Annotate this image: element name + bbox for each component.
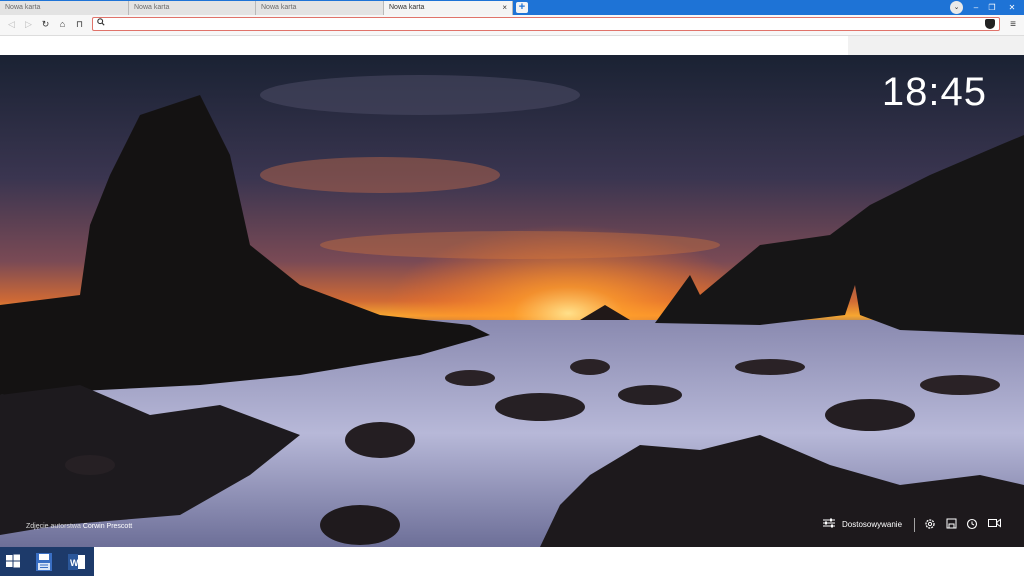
tab-strip: Nowa karta Nowa karta Nowa karta Nowa ka… [0, 0, 1024, 15]
svg-text:W: W [70, 558, 79, 568]
tab-2[interactable]: Nowa karta [129, 1, 256, 15]
home-button[interactable]: ⌂ [56, 18, 69, 31]
windows-start-icon[interactable] [5, 553, 23, 571]
address-bar[interactable] [92, 17, 1000, 31]
clock: 18:45 [881, 70, 987, 114]
history-icon[interactable] [965, 518, 979, 532]
save-icon[interactable] [944, 518, 958, 532]
bookmark-button[interactable]: ⊓ [73, 18, 86, 31]
background-photo [0, 55, 1024, 547]
search-icon [97, 18, 105, 30]
tab-1-label: Nowa karta [5, 4, 41, 11]
tab-3[interactable]: Nowa karta [256, 1, 384, 15]
customize-button[interactable]: Dostosowywanie [842, 518, 902, 532]
photo-credit-prefix: Zdjęcie autorstwa [26, 523, 81, 530]
main-menu-button[interactable]: ≡ [1007, 18, 1019, 31]
address-input[interactable] [109, 19, 973, 31]
tab-4-label: Nowa karta [389, 4, 425, 11]
tab-4-active[interactable]: Nowa karta × [384, 1, 513, 15]
reload-button[interactable]: ↻ [39, 18, 52, 31]
word-app-icon[interactable]: W [68, 553, 86, 571]
sliders-icon[interactable] [822, 518, 836, 532]
minimize-button[interactable]: – [968, 1, 984, 14]
tab-3-label: Nowa karta [261, 4, 297, 11]
close-window-button[interactable]: ✕ [1004, 1, 1020, 14]
shield-icon[interactable] [985, 19, 995, 29]
restore-button[interactable]: ❐ [984, 1, 1000, 14]
photo-credit-author[interactable]: Corwin Prescott [83, 523, 132, 530]
browser-toolbar: ◁ ▷ ↻ ⌂ ⊓ ≡ [0, 15, 1024, 36]
divider [914, 518, 915, 532]
save-app-icon[interactable] [36, 553, 54, 571]
photo-credit[interactable]: Zdjęcie autorstwa Corwin Prescott [26, 523, 132, 530]
gear-icon[interactable] [923, 518, 937, 532]
back-button[interactable]: ◁ [5, 18, 18, 31]
tab-list-button[interactable]: ⌄ [950, 1, 963, 14]
taskbar: W [0, 547, 94, 576]
new-tab-button[interactable]: + [516, 2, 528, 13]
close-tab-icon[interactable]: × [502, 1, 507, 15]
tab-2-label: Nowa karta [134, 4, 170, 11]
forward-button[interactable]: ▷ [22, 18, 35, 31]
bookmark-strip [0, 36, 1024, 55]
video-icon[interactable] [987, 518, 1001, 532]
tab-1[interactable]: Nowa karta [0, 1, 129, 15]
